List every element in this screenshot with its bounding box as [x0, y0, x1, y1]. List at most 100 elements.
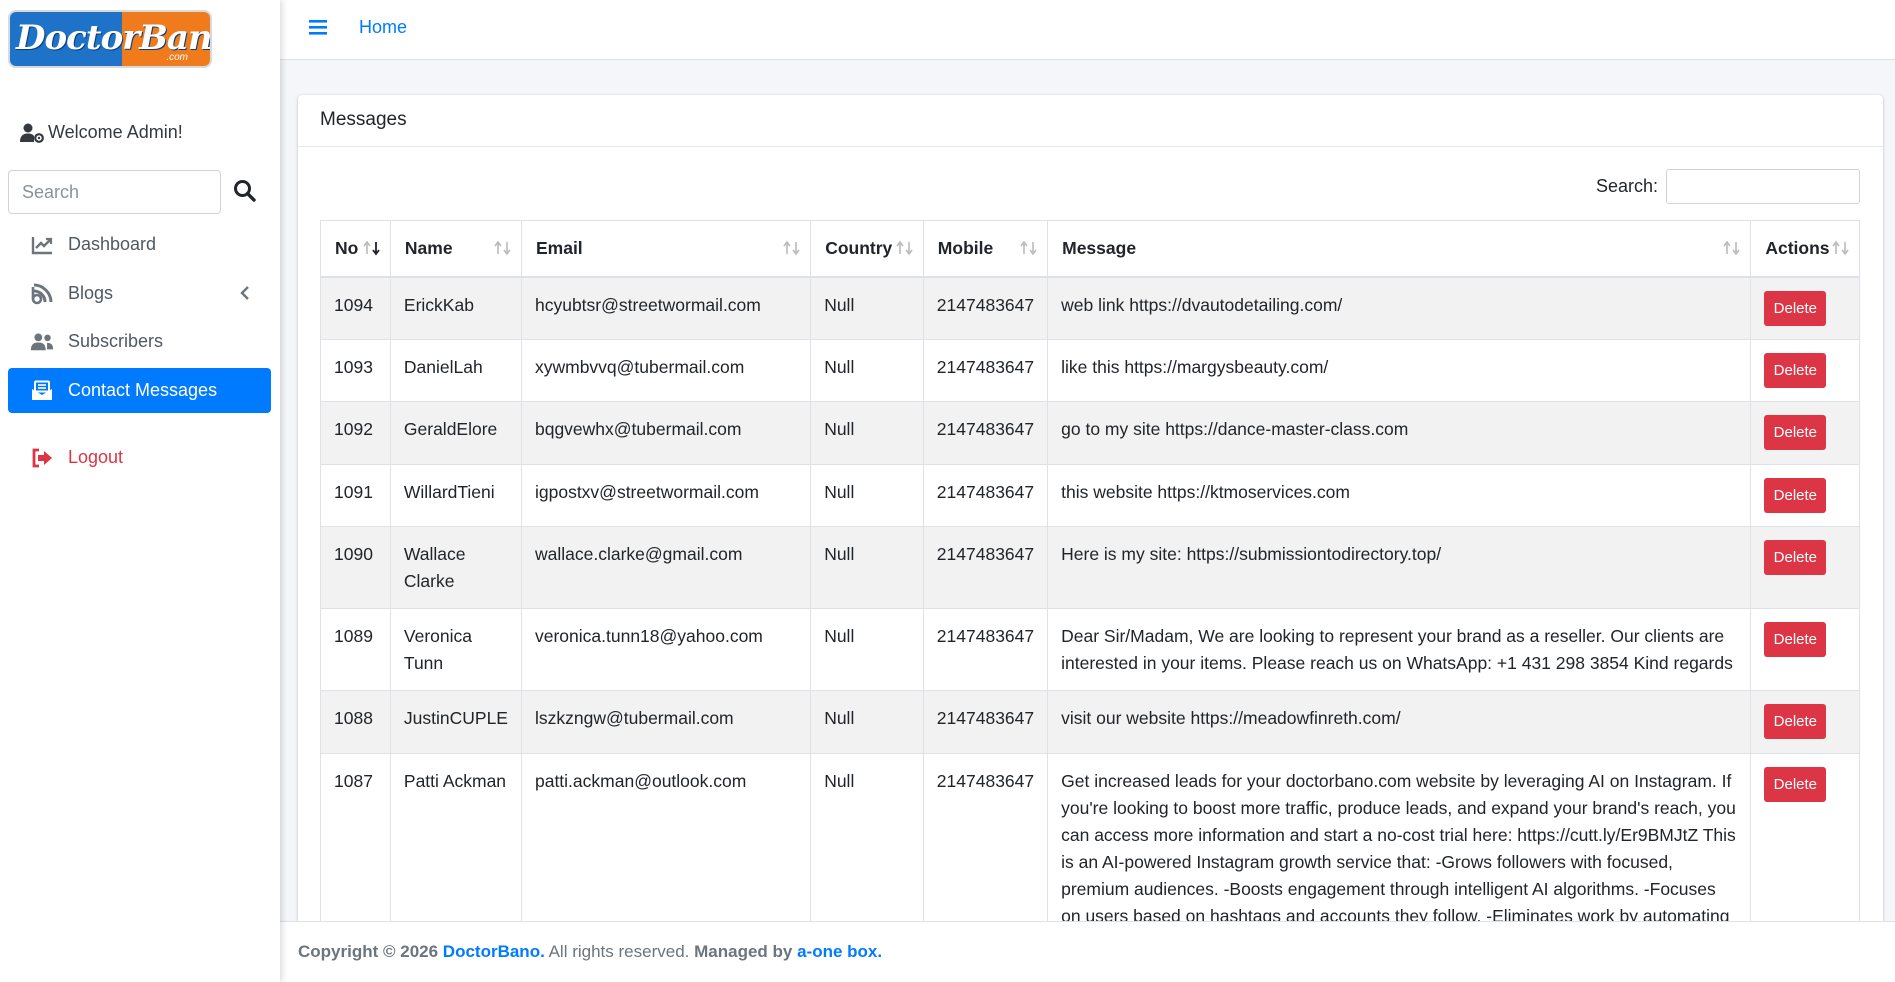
cell-country: Null	[810, 526, 924, 609]
users-icon	[30, 331, 54, 353]
cell-message: this website https://ktmoservices.com	[1047, 464, 1752, 527]
cell-mobile: 2147483647	[922, 608, 1049, 691]
table-row: 1094 ErickKab hcyubtsr@streetwormail.com…	[320, 276, 1860, 340]
delete-button[interactable]: Delete	[1764, 540, 1827, 575]
sidebar-item-dashboard[interactable]: Dashboard	[8, 222, 271, 267]
cell-message: go to my site https://dance-master-class…	[1047, 401, 1752, 465]
cell-name: DanielLah	[389, 339, 522, 402]
welcome-message: Welcome Admin!	[20, 122, 183, 143]
footer-brand-link[interactable]: DoctorBano.	[443, 942, 545, 961]
column-header-message[interactable]: Message	[1047, 220, 1752, 278]
cell-name: Wallace Clarke	[389, 526, 522, 609]
cell-no: 1087	[320, 753, 391, 925]
cell-no: 1090	[320, 526, 391, 609]
messages-card: Messages Search: No Name Email Country M…	[298, 95, 1883, 925]
column-header-email[interactable]: Email	[520, 220, 812, 278]
cell-actions: Delete	[1750, 526, 1860, 609]
footer-rights: All rights reserved.	[548, 942, 690, 961]
delete-button[interactable]: Delete	[1764, 478, 1827, 513]
column-header-no[interactable]: No	[320, 220, 391, 278]
cell-no: 1089	[320, 608, 391, 691]
cell-country: Null	[810, 608, 924, 691]
welcome-text: Welcome Admin!	[48, 122, 183, 142]
sidebar-item-blogs[interactable]: Blogs	[8, 271, 271, 316]
delete-button[interactable]: Delete	[1764, 415, 1827, 450]
sort-icon[interactable]	[1019, 240, 1039, 256]
cell-email: xywmbvvq@tubermail.com	[520, 339, 812, 402]
cell-name: WillardTieni	[389, 464, 522, 527]
sidebar-item-subscribers[interactable]: Subscribers	[8, 319, 271, 364]
cell-mobile: 2147483647	[922, 464, 1049, 527]
user-cog-icon	[20, 123, 44, 143]
delete-button[interactable]: Delete	[1764, 767, 1827, 802]
cell-email: wallace.clarke@gmail.com	[520, 526, 812, 609]
cell-message: Get increased leads for your doctorbano.…	[1047, 753, 1752, 925]
delete-button[interactable]: Delete	[1764, 353, 1827, 388]
sidebar-item-label: Contact Messages	[68, 380, 218, 400]
search-label: Search:	[1595, 176, 1658, 196]
cell-actions: Delete	[1750, 276, 1860, 340]
table-search-input[interactable]	[1666, 169, 1860, 204]
cell-actions: Delete	[1750, 464, 1860, 527]
delete-button[interactable]: Delete	[1764, 290, 1827, 326]
cell-email: hcyubtsr@streetwormail.com	[520, 276, 812, 340]
cell-country: Null	[810, 339, 924, 402]
sidebar-item-label: Blogs	[68, 283, 114, 303]
cell-country: Null	[810, 690, 924, 754]
sidebar-item-contact-messages[interactable]: Contact Messages	[8, 368, 271, 413]
logo[interactable]: DoctorBano .com	[8, 10, 212, 68]
column-header-country[interactable]: Country	[810, 220, 924, 278]
messages-table: No Name Email Country Mobile Message Act…	[320, 220, 1860, 925]
column-header-name[interactable]: Name	[389, 220, 522, 278]
cell-email: bqgvewhx@tubermail.com	[520, 401, 812, 465]
sort-icon[interactable]	[493, 240, 513, 256]
search-icon[interactable]	[232, 178, 258, 204]
cell-message: Here is my site: https://submissiontodir…	[1047, 526, 1752, 609]
cell-mobile: 2147483647	[922, 339, 1049, 402]
cell-mobile: 2147483647	[922, 276, 1049, 340]
cell-email: igpostxv@streetwormail.com	[520, 464, 812, 527]
cell-no: 1092	[320, 401, 391, 465]
cell-name: ErickKab	[389, 276, 522, 340]
footer-copyright: Copyright © 2026	[298, 942, 439, 961]
cell-name: GeraldElore	[389, 401, 522, 465]
cell-mobile: 2147483647	[922, 753, 1049, 925]
envelope-open-icon	[30, 380, 54, 402]
footer: Copyright © 2026 DoctorBano. All rights …	[280, 921, 1895, 982]
cell-message: like this https://margysbeauty.com/	[1047, 339, 1752, 402]
sort-icon[interactable]	[782, 240, 802, 256]
cell-message: web link https://dvautodetailing.com/	[1047, 276, 1752, 340]
chart-line-icon	[30, 234, 54, 256]
sort-icon[interactable]	[895, 240, 915, 256]
cell-email: lszkzngw@tubermail.com	[520, 690, 812, 754]
cell-no: 1093	[320, 339, 391, 402]
sort-desc-icon[interactable]	[362, 240, 382, 256]
sidebar-item-label: Subscribers	[68, 331, 164, 351]
table-header-row: No Name Email Country Mobile Message Act…	[320, 220, 1860, 278]
home-link[interactable]: Home	[359, 17, 407, 38]
cell-mobile: 2147483647	[922, 526, 1049, 609]
table-row: 1087 Patti Ackman patti.ackman@outlook.c…	[320, 753, 1860, 925]
cell-email: veronica.tunn18@yahoo.com	[520, 608, 812, 691]
sort-icon[interactable]	[1831, 240, 1851, 256]
table-row: 1091 WillardTieni igpostxv@streetwormail…	[320, 464, 1860, 527]
cell-message: Dear Sir/Madam, We are looking to repres…	[1047, 608, 1752, 691]
column-header-mobile[interactable]: Mobile	[922, 220, 1049, 278]
sort-icon[interactable]	[1722, 240, 1742, 256]
column-header-actions[interactable]: Actions	[1750, 220, 1860, 278]
sidebar-search-input[interactable]	[8, 170, 221, 214]
cell-country: Null	[810, 401, 924, 465]
cell-mobile: 2147483647	[922, 401, 1049, 465]
footer-manager-link[interactable]: a-one box.	[797, 942, 882, 961]
delete-button[interactable]: Delete	[1764, 622, 1827, 657]
cell-actions: Delete	[1750, 690, 1860, 754]
sidebar-item-label: Dashboard	[68, 234, 157, 254]
sidebar-item-logout[interactable]: Logout	[8, 435, 271, 480]
chevron-left-icon[interactable]	[239, 285, 251, 301]
footer-managed: Managed by	[694, 942, 793, 961]
table-row: 1092 GeraldElore bqgvewhx@tubermail.com …	[320, 401, 1860, 465]
table-row: 1090 Wallace Clarke wallace.clarke@gmail…	[320, 526, 1860, 609]
delete-button[interactable]: Delete	[1764, 704, 1827, 739]
hamburger-menu-icon[interactable]	[308, 18, 328, 36]
cell-name: Veronica Tunn	[389, 608, 522, 691]
